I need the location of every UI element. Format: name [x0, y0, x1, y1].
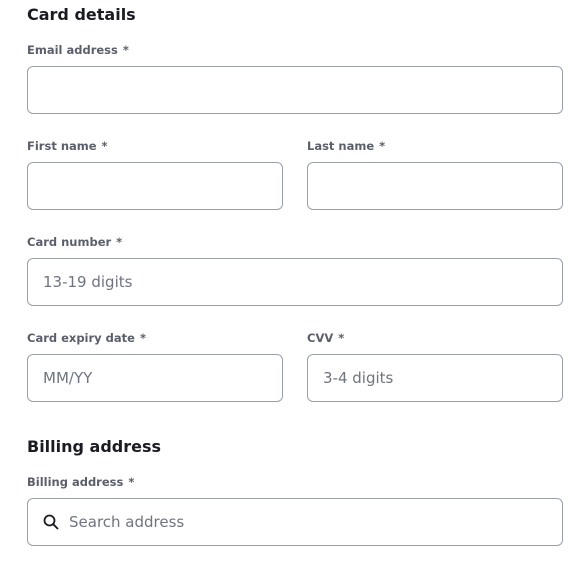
required-marker: * — [116, 235, 123, 249]
billing-address-search-input[interactable] — [69, 513, 547, 531]
expiry-field-box — [27, 354, 283, 402]
payment-form: Card details Email address * First name * … — [0, 0, 572, 572]
billing-address-field-box — [27, 498, 563, 546]
email-label-text: Email address — [27, 43, 118, 57]
first-name-label-text: First name — [27, 139, 97, 153]
last-name-field-box — [307, 162, 563, 210]
first-name-label: First name * — [27, 139, 108, 153]
cvv-input[interactable] — [323, 369, 547, 387]
email-input[interactable] — [43, 81, 547, 99]
cvv-label: CVV * — [307, 331, 344, 345]
search-icon — [43, 514, 59, 530]
expiry-input[interactable] — [43, 369, 267, 387]
required-marker: * — [128, 475, 135, 489]
email-field-box — [27, 66, 563, 114]
cvv-field-box — [307, 354, 563, 402]
card-number-label: Card number * — [27, 235, 122, 249]
first-name-input[interactable] — [43, 177, 267, 195]
card-number-input[interactable] — [43, 273, 547, 291]
last-name-label-text: Last name — [307, 139, 375, 153]
cvv-label-text: CVV — [307, 331, 334, 345]
required-marker: * — [122, 43, 129, 57]
first-name-field-box — [27, 162, 283, 210]
last-name-input[interactable] — [323, 177, 547, 195]
billing-address-heading: Billing address — [27, 437, 162, 456]
card-number-label-text: Card number — [27, 235, 112, 249]
email-label: Email address * — [27, 43, 129, 57]
billing-address-label-text: Billing address — [27, 475, 124, 489]
expiry-label: Card expiry date * — [27, 331, 146, 345]
last-name-label: Last name * — [307, 139, 385, 153]
card-details-heading: Card details — [27, 5, 136, 24]
expiry-label-text: Card expiry date — [27, 331, 135, 345]
required-marker: * — [379, 139, 386, 153]
required-marker: * — [139, 331, 146, 345]
required-marker: * — [101, 139, 108, 153]
billing-address-label: Billing address * — [27, 475, 134, 489]
card-number-field-box — [27, 258, 563, 306]
required-marker: * — [338, 331, 345, 345]
